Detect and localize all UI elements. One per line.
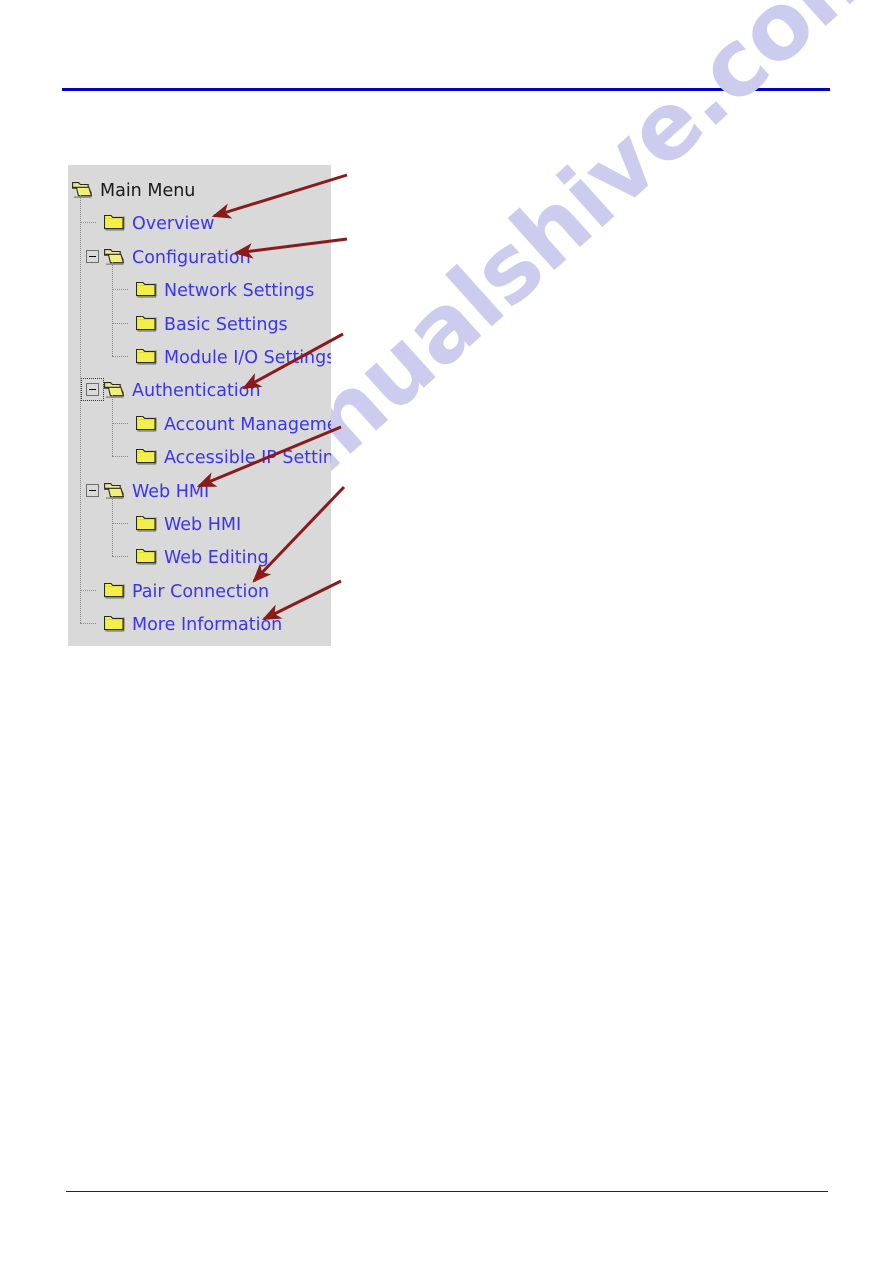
tree-node-basic-settings[interactable]: Basic Settings bbox=[68, 307, 331, 340]
tree-node-label[interactable]: Web HMI bbox=[164, 516, 241, 535]
tree-guide-line bbox=[80, 623, 96, 625]
tree-node-overview[interactable]: Overview bbox=[68, 206, 331, 239]
tree-node-account-management[interactable]: Account Management bbox=[68, 407, 331, 440]
tree-node-pair-connection[interactable]: Pair Connection bbox=[68, 574, 331, 607]
tree-node-label[interactable]: More Information bbox=[132, 617, 282, 635]
tree-node-network-settings[interactable]: Network Settings bbox=[68, 273, 331, 306]
tree-guide-line bbox=[112, 322, 128, 324]
tree-toggle-collapse-icon[interactable] bbox=[86, 249, 99, 263]
tree-node-accessible-ip-settings[interactable]: Accessible IP Settings bbox=[68, 440, 331, 473]
navigation-tree-panel: Main Menu Overview Configuration Network Se… bbox=[68, 165, 331, 646]
tree-node-label[interactable]: Module I/O Settings bbox=[164, 349, 331, 368]
folder-closed-icon bbox=[104, 581, 126, 599]
tree-node-label: Main Menu bbox=[100, 181, 196, 201]
tree-node-label[interactable]: Authentication bbox=[132, 383, 260, 401]
tree-node-web-hmi[interactable]: Web HMI bbox=[68, 507, 331, 540]
tree-node-label[interactable]: Accessible IP Settings bbox=[164, 450, 331, 468]
page-bottom-rule bbox=[66, 1191, 828, 1192]
folder-closed-icon bbox=[136, 514, 158, 532]
tree-node-main-menu[interactable]: Main Menu bbox=[68, 173, 331, 206]
tree-guide-line bbox=[112, 395, 113, 457]
tree-toggle-collapse-icon[interactable] bbox=[81, 378, 104, 402]
page-top-rule bbox=[62, 88, 830, 91]
folder-closed-icon bbox=[136, 314, 158, 332]
tree-node-label[interactable]: Configuration bbox=[132, 249, 251, 268]
tree-guide-line bbox=[112, 556, 128, 558]
tree-node-label[interactable]: Account Management bbox=[164, 416, 331, 435]
folder-closed-icon bbox=[136, 347, 158, 365]
tree-guide-line bbox=[112, 456, 128, 458]
tree-guide-line bbox=[80, 222, 96, 224]
tree-guide-line bbox=[112, 261, 113, 356]
folder-closed-icon bbox=[136, 447, 158, 465]
tree-node-label[interactable]: Web Editing bbox=[164, 550, 269, 568]
tree-guide-line bbox=[112, 495, 113, 557]
tree-node-configuration[interactable]: Configuration bbox=[68, 240, 331, 273]
tree-node-label[interactable]: Pair Connection bbox=[132, 583, 269, 602]
tree-node-more-information[interactable]: More Information bbox=[68, 607, 331, 640]
tree-node-web-editing[interactable]: Web Editing bbox=[68, 540, 331, 573]
tree-node-label[interactable]: Basic Settings bbox=[164, 316, 288, 335]
tree-guide-line bbox=[80, 195, 81, 624]
tree-node-authentication[interactable]: Authentication bbox=[68, 373, 331, 406]
folder-closed-icon bbox=[136, 280, 158, 298]
tree-node-label[interactable]: Web HMI bbox=[132, 483, 209, 502]
tree-toggle-collapse-icon[interactable] bbox=[86, 483, 99, 497]
tree-node-web-hmi[interactable]: Web HMI bbox=[68, 474, 331, 507]
tree-guide-line bbox=[112, 523, 128, 524]
folder-open-icon bbox=[104, 481, 126, 499]
tree-guide-line bbox=[80, 589, 96, 591]
folder-open-icon bbox=[72, 180, 94, 198]
folder-closed-icon bbox=[104, 213, 126, 231]
folder-closed-icon bbox=[136, 414, 158, 432]
folder-open-icon bbox=[104, 380, 126, 398]
folder-open-icon bbox=[104, 247, 126, 265]
folder-closed-icon bbox=[104, 614, 126, 632]
tree-node-label[interactable]: Overview bbox=[132, 216, 214, 234]
tree-node-module-i-o-settings[interactable]: Module I/O Settings bbox=[68, 340, 331, 373]
tree-guide-line bbox=[112, 356, 128, 357]
tree-guide-line bbox=[112, 422, 128, 424]
tree-node-label[interactable]: Network Settings bbox=[164, 283, 314, 301]
tree-guide-line bbox=[112, 289, 128, 291]
folder-closed-icon bbox=[136, 547, 158, 565]
